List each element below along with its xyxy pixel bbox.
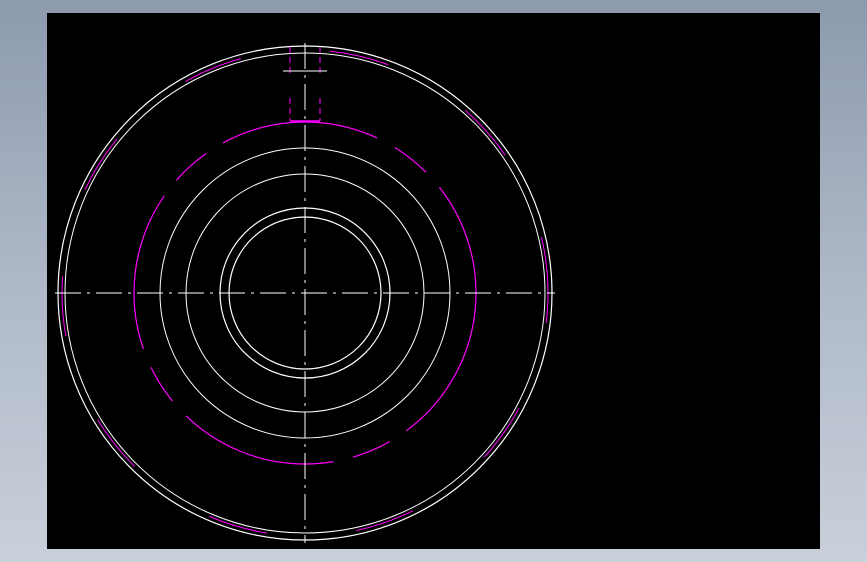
cad-viewport[interactable] [47, 13, 820, 549]
cad-drawing [55, 43, 555, 543]
